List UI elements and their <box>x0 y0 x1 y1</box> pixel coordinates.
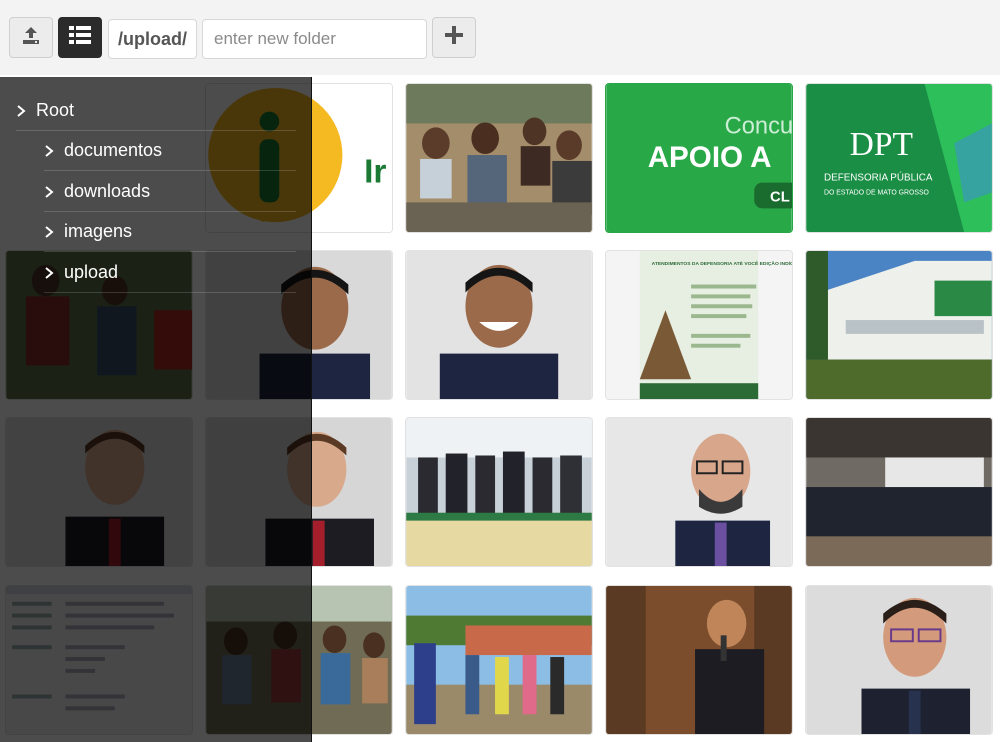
chevron-right-icon <box>44 185 54 199</box>
upload-icon <box>20 24 42 51</box>
toolbar: /upload/ <box>0 0 1000 75</box>
plus-icon <box>445 26 463 49</box>
tree-item-label: upload <box>64 262 119 282</box>
chevron-right-icon <box>44 144 54 158</box>
tree-item-downloads[interactable]: downloads <box>44 172 296 212</box>
tree-item-root[interactable]: Root <box>16 91 296 131</box>
tree-item-label: Root <box>36 100 75 120</box>
file-browser: /upload/ Ir <box>0 0 1000 742</box>
outdoor-meeting-photo[interactable] <box>405 585 593 735</box>
tree-item-upload[interactable]: upload <box>44 253 296 293</box>
portrait-man-glasses-suit[interactable] <box>805 585 993 735</box>
banner-button-text: CL <box>770 189 790 205</box>
list-view-icon <box>69 26 91 49</box>
defensoria-logo-image[interactable]: DPT DEFENSORIA PÚBLICA DO ESTADO DE MATO… <box>805 83 993 233</box>
current-path: /upload/ <box>108 19 197 59</box>
portrait-bald-man-glasses[interactable] <box>605 417 793 567</box>
banner-green[interactable]: Concu APOIO A CL <box>605 83 793 233</box>
speaker-microphone-photo[interactable] <box>605 585 793 735</box>
chevron-right-icon <box>44 225 54 239</box>
folder-tree-panel: Root documentos downloads imagens upload <box>0 77 312 742</box>
list-view-button[interactable] <box>58 17 102 58</box>
upload-button[interactable] <box>9 17 53 58</box>
tree-item-label: imagens <box>64 221 133 241</box>
crowd-photo[interactable] <box>405 83 593 233</box>
create-folder-button[interactable] <box>432 17 476 58</box>
portrait-smiling-man-2[interactable] <box>405 250 593 400</box>
banner-line-2: APOIO A <box>648 141 772 174</box>
building-photo[interactable] <box>805 250 993 400</box>
chevron-right-icon <box>44 266 54 280</box>
tree-item-documentos[interactable]: documentos <box>44 131 296 171</box>
tree-item-label: documentos <box>64 140 163 160</box>
defensoria-subtitle: DO ESTADO DE MATO GROSSO <box>824 190 930 197</box>
defensoria-monogram: DPT <box>850 126 913 163</box>
new-folder-input[interactable] <box>202 19 427 59</box>
defensoria-name: DEFENSORIA PÚBLICA <box>824 173 933 184</box>
auditorium-group-photo[interactable] <box>805 417 993 567</box>
info-logo-text: Ir <box>364 154 386 191</box>
meeting-table-photo[interactable] <box>405 417 593 567</box>
tree-item-imagens[interactable]: imagens <box>44 212 296 252</box>
tree-item-label: downloads <box>64 181 151 201</box>
chevron-right-icon <box>16 104 26 118</box>
banner-line-1: Concu <box>725 113 792 139</box>
event-poster-image[interactable]: ATENDIMENTOS DA DEFENSORIA ATÉ VOCÊ EDIÇ… <box>605 250 793 400</box>
